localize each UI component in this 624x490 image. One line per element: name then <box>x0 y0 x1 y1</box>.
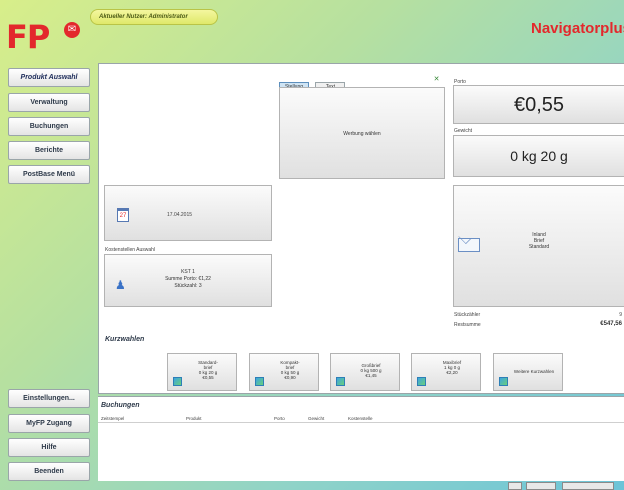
sidebar-item-verwaltung[interactable]: Verwaltung <box>8 93 90 112</box>
date-tile[interactable]: 27 17.04.2015 <box>104 185 272 241</box>
help-button[interactable]: Hilfe <box>8 438 90 457</box>
column-header[interactable]: Porto <box>274 416 285 421</box>
stueckzaehler-value: 9 <box>619 312 622 318</box>
settings-button[interactable]: Einstellungen... <box>8 389 90 408</box>
stueckzaehler-label: Stückzähler <box>454 312 481 318</box>
stamp-icon <box>255 377 264 386</box>
main-panel: Stellung Text ✕ Werbung wählen 27 17.04.… <box>98 63 624 394</box>
cost-center-tile[interactable]: ♟ KST 1 Summe Porto: €1,22 Stückzahl: 3 <box>104 254 272 307</box>
werbung-label: Werbung wählen <box>343 131 381 137</box>
sidebar-item-buchungen[interactable]: Buchungen <box>8 117 90 136</box>
stamp-icon <box>336 377 345 386</box>
quick-select-kompaktbrief[interactable]: Kompakt- brief 0 kg 50 g €0,90 <box>249 353 319 391</box>
quick-select-maxibrief[interactable]: Maxibrief 1 kg 0 g €2,20 <box>411 353 481 391</box>
stamp-icon <box>499 377 508 386</box>
column-header[interactable]: Zeitstempel <box>101 416 124 421</box>
date-value: 17.04.2015 <box>167 212 193 218</box>
cost-center-name: KST 1 <box>181 269 195 275</box>
qs-line4: €1,45 <box>365 373 377 378</box>
column-header[interactable]: Kostenstelle <box>348 416 373 421</box>
restsumme-label: Restsumme <box>454 322 481 328</box>
sidebar-item-produkt-auswahl[interactable]: Produkt Auswahl <box>8 68 90 87</box>
app-title: Navigatorplus <box>531 20 624 37</box>
weight-display[interactable]: 0 kg 20 g <box>453 135 624 177</box>
taskbar-item[interactable] <box>562 482 614 490</box>
column-header[interactable]: Gewicht <box>308 416 324 421</box>
qs-line4: €0,55 <box>202 375 214 380</box>
sidebar-item-berichte[interactable]: Berichte <box>8 141 90 160</box>
cost-center-count: Stückzahl: 3 <box>174 283 202 289</box>
stamp-icon <box>417 377 426 386</box>
logo-text: FP <box>6 18 50 56</box>
quick-select-weitere[interactable]: Weitere Kurzwahlen <box>493 353 563 391</box>
postage-value: €0,55 <box>513 94 565 116</box>
bookings-panel: Buchungen Zeitstempel Produkt Porto Gewi… <box>98 396 624 481</box>
kurzwahlen-title: Kurzwahlen <box>105 336 145 343</box>
quick-select-standardbrief[interactable]: Standard- brief 0 kg 20 g €0,55 <box>167 353 237 391</box>
current-user-label: Aktueller Nutzer: Administrator <box>90 9 218 25</box>
postage-display: €0,55 <box>453 85 624 124</box>
exit-button[interactable]: Beenden <box>8 462 90 481</box>
product-line3: Standard <box>528 244 550 250</box>
taskbar-strip <box>98 482 624 490</box>
qs-line4: €0,90 <box>284 375 296 380</box>
weight-value: 0 kg 20 g <box>510 148 568 164</box>
bookings-table-header: Zeitstempel Produkt Porto Gewicht Kosten… <box>98 415 624 423</box>
myfp-access-button[interactable]: MyFP Zugang <box>8 414 90 433</box>
kostenstellen-label: Kostenstellen Auswahl <box>105 247 156 253</box>
restsumme-value: €547,56 <box>600 321 622 327</box>
qs-line4: €2,20 <box>446 370 458 375</box>
advertisement-selector[interactable]: Werbung wählen <box>279 87 445 179</box>
gewicht-label: Gewicht <box>454 128 473 134</box>
stamp-icon <box>173 377 182 386</box>
qs-line1: Weitere Kurzwahlen <box>513 369 555 374</box>
quick-select-grossbrief[interactable]: Großbrief 0 kg 500 g €1,45 <box>330 353 400 391</box>
mail-badge-icon: ✉ <box>64 22 80 38</box>
taskbar-item[interactable] <box>526 482 556 490</box>
product-tile[interactable]: Inland Brief Standard <box>453 185 624 307</box>
calendar-icon: 27 <box>117 208 129 222</box>
cost-center-sum: Summe Porto: €1,22 <box>165 276 211 282</box>
close-icon[interactable]: ✕ <box>432 75 441 84</box>
taskbar-item[interactable] <box>508 482 522 490</box>
bookings-title: Buchungen <box>101 402 140 409</box>
column-header[interactable]: Produkt <box>186 416 202 421</box>
sidebar-item-postbase-menu[interactable]: PostBase Menü <box>8 165 90 184</box>
fp-logo: FP ✉ <box>6 20 84 54</box>
